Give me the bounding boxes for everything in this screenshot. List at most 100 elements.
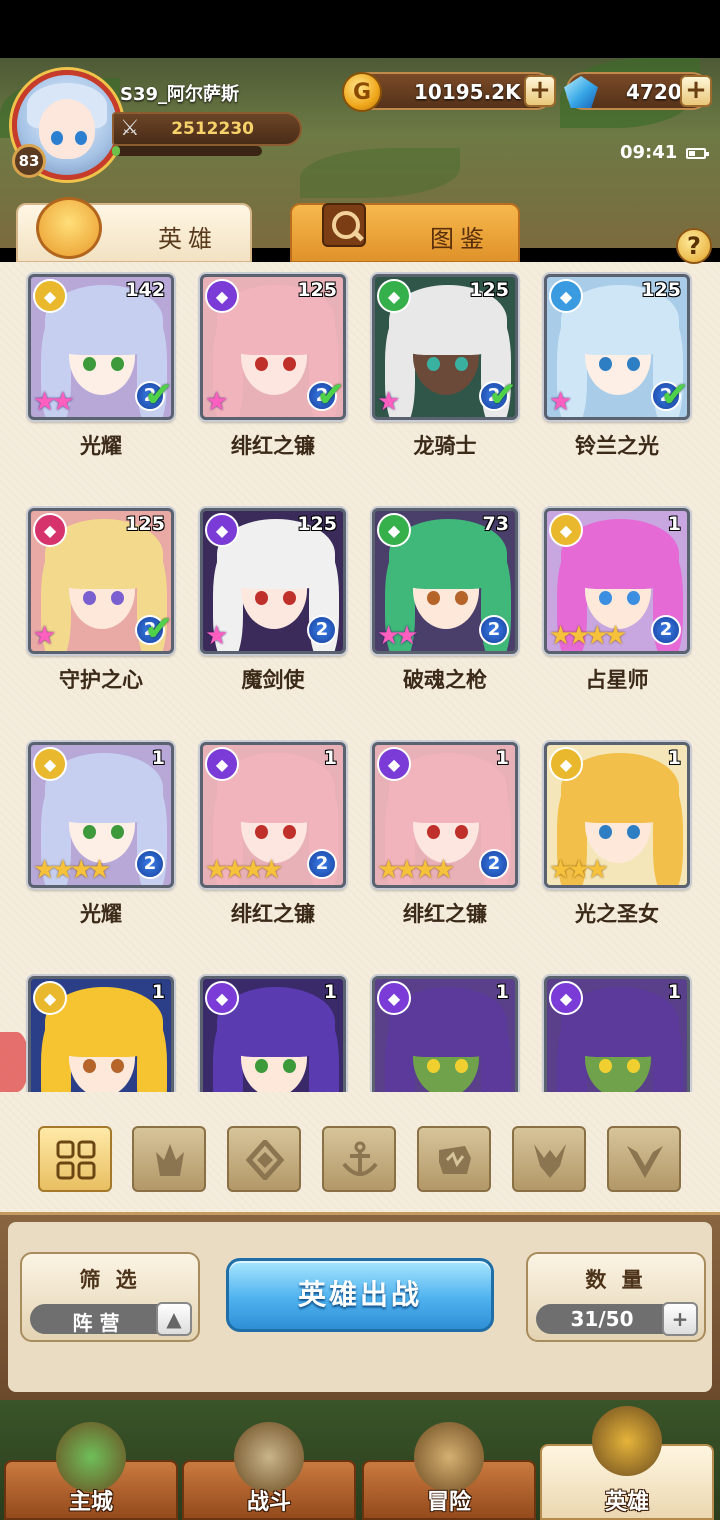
star-rating: ★★★★ bbox=[549, 621, 627, 651]
hero-name: 绯红之镰 bbox=[231, 434, 315, 458]
filter-toggle-button[interactable]: ▲ bbox=[156, 1302, 192, 1336]
hero-card[interactable]: ◆ 125 ★ 2 bbox=[200, 508, 346, 654]
nav-heroes-button[interactable]: 英雄 bbox=[540, 1406, 714, 1520]
hero-card[interactable]: ◆ 1 ★★★★ 2 bbox=[544, 508, 690, 654]
hero-level: 1 bbox=[667, 513, 681, 535]
hero-card[interactable]: ◆ 1 bbox=[28, 976, 174, 1092]
gem-icon bbox=[564, 76, 598, 108]
light-faction-icon: ◆ bbox=[549, 513, 583, 547]
player-name: S39_阿尔萨斯 bbox=[120, 84, 240, 105]
dark-faction-icon: ◆ bbox=[377, 981, 411, 1015]
star-rating: ★★★★ bbox=[377, 855, 455, 885]
hero-name: 光耀 bbox=[80, 902, 122, 926]
hero-level: 1 bbox=[323, 747, 337, 769]
hero-name: 龙骑士 bbox=[413, 434, 477, 458]
count-title: 数 量 bbox=[585, 1268, 647, 1292]
hero-card[interactable]: ◆ 1 bbox=[372, 976, 518, 1092]
battery-icon bbox=[686, 148, 709, 159]
hero-level: 1 bbox=[495, 981, 509, 1003]
light-faction-icon: ◆ bbox=[549, 747, 583, 781]
filter-nature-faction-button[interactable] bbox=[417, 1126, 491, 1192]
tab-heroes-label: 英雄 bbox=[158, 225, 218, 253]
star-rating: ★★ bbox=[33, 387, 75, 417]
hero-card[interactable]: ◆ 1 bbox=[544, 976, 690, 1092]
hero-level: 142 bbox=[125, 279, 165, 301]
hero-level: 1 bbox=[667, 981, 681, 1003]
hero-name: 绯红之镰 bbox=[231, 902, 315, 926]
tab-heroes[interactable]: 英雄 bbox=[16, 197, 252, 263]
hero-level: 125 bbox=[469, 279, 509, 301]
star-rating: ★ bbox=[205, 387, 228, 417]
hero-card[interactable]: ◆ 125 ★ 2 ✔ bbox=[372, 274, 518, 420]
deploy-heroes-button[interactable]: 英雄出战 bbox=[226, 1258, 494, 1332]
filter-light-faction-button[interactable] bbox=[607, 1126, 681, 1192]
grade-badge: 2 bbox=[479, 615, 509, 645]
tab-codex[interactable]: 图鉴 bbox=[290, 203, 520, 263]
nav-label: 英雄 bbox=[604, 1490, 649, 1515]
hero-card[interactable]: ◆ 125 ★ 2 ✔ bbox=[28, 508, 174, 654]
hero-card[interactable]: ◆ 1 bbox=[200, 976, 346, 1092]
hero-panel: ◆ 142 ★★ 2 ✔ 光耀 ◆ 125 ★ 2 ✔ 绯红之镰 ◆ 125 ★ 2 ✔ 龙骑士 ◆ 125 ★ 2 ✔ 铃兰… bbox=[0, 262, 720, 1212]
star-rating: ★★★★ bbox=[33, 855, 111, 885]
expand-capacity-button[interactable]: + bbox=[662, 1302, 698, 1336]
hero-level: 1 bbox=[667, 747, 681, 769]
nav-battle-button[interactable]: 战斗 bbox=[182, 1422, 356, 1520]
dark-faction-icon: ◆ bbox=[205, 513, 239, 547]
hero-card[interactable]: ◆ 73 ★★ 2 bbox=[372, 508, 518, 654]
hero-card[interactable]: ◆ 125 ★ 2 ✔ bbox=[544, 274, 690, 420]
exp-bar bbox=[112, 146, 262, 156]
hero-name: 占星师 bbox=[585, 668, 649, 692]
crest-icon bbox=[592, 1406, 662, 1476]
dark-faction-icon: ◆ bbox=[205, 981, 239, 1015]
hero-level: 125 bbox=[297, 513, 337, 535]
hero-level: 1 bbox=[323, 981, 337, 1003]
grade-badge: 2 bbox=[135, 849, 165, 879]
add-gems-button[interactable]: + bbox=[680, 75, 712, 107]
hero-level: 1 bbox=[495, 747, 509, 769]
filter-title: 筛 选 bbox=[79, 1268, 141, 1292]
filter-anchor-faction-button[interactable] bbox=[322, 1126, 396, 1192]
hero-card[interactable]: ◆ 1 ★★★★ 2 bbox=[372, 742, 518, 888]
hero-card[interactable]: ◆ 142 ★★ 2 ✔ bbox=[28, 274, 174, 420]
clock: 09:41 bbox=[620, 142, 678, 163]
castle-icon bbox=[56, 1422, 126, 1492]
filter-water-faction-button[interactable] bbox=[227, 1126, 301, 1192]
hero-level: 125 bbox=[641, 279, 681, 301]
nature-faction-icon: ◆ bbox=[377, 513, 411, 547]
hero-name: 魔剑使 bbox=[241, 668, 305, 692]
hero-grid[interactable]: ◆ 142 ★★ 2 ✔ 光耀 ◆ 125 ★ 2 ✔ 绯红之镰 ◆ 125 ★ 2 ✔ 龙骑士 ◆ 125 ★ 2 ✔ 铃兰… bbox=[0, 262, 720, 1092]
nav-home-button[interactable]: 主城 bbox=[4, 1422, 178, 1520]
filter-dark-faction-button[interactable] bbox=[512, 1126, 586, 1192]
tab-codex-label: 图鉴 bbox=[430, 225, 490, 253]
swords-icon bbox=[234, 1422, 304, 1492]
water-faction-icon: ◆ bbox=[549, 279, 583, 313]
deployed-check-icon: ✔ bbox=[316, 375, 345, 415]
light-faction-icon: ◆ bbox=[33, 747, 67, 781]
grade-badge: 2 bbox=[307, 849, 337, 879]
filter-box: 筛 选 阵 营 ▲ bbox=[20, 1252, 200, 1342]
hero-card[interactable]: ◆ 1 ★★★★ 2 bbox=[28, 742, 174, 888]
scroll-icon bbox=[414, 1422, 484, 1492]
nav-adventure-button[interactable]: 冒险 bbox=[362, 1422, 536, 1520]
power-value: 2512230 bbox=[171, 119, 254, 139]
filter-all-button[interactable] bbox=[38, 1126, 112, 1192]
deployed-check-icon: ✔ bbox=[144, 375, 173, 415]
dark-faction-icon: ◆ bbox=[549, 981, 583, 1015]
deployed-check-icon: ✔ bbox=[488, 375, 517, 415]
light-faction-icon: ◆ bbox=[33, 981, 67, 1015]
power-bar: ⚔ 2512230 bbox=[112, 112, 302, 146]
hero-card[interactable]: ◆ 1 ★★★★ 2 bbox=[200, 742, 346, 888]
hero-card[interactable]: ◆ 1 ★★★ bbox=[544, 742, 690, 888]
filter-fire-faction-button[interactable] bbox=[132, 1126, 206, 1192]
nav-label: 战斗 bbox=[246, 1490, 291, 1515]
grade-badge: 2 bbox=[479, 849, 509, 879]
star-rating: ★ bbox=[549, 387, 572, 417]
star-rating: ★★★ bbox=[549, 855, 609, 885]
add-gold-button[interactable]: + bbox=[524, 75, 556, 107]
help-button[interactable]: ? bbox=[676, 228, 712, 264]
star-rating: ★ bbox=[205, 621, 228, 651]
hero-card[interactable]: ◆ 125 ★ 2 ✔ bbox=[200, 274, 346, 420]
hero-level: 73 bbox=[482, 513, 509, 535]
gem-value: 4720 bbox=[626, 80, 682, 104]
star-rating: ★ bbox=[377, 387, 400, 417]
